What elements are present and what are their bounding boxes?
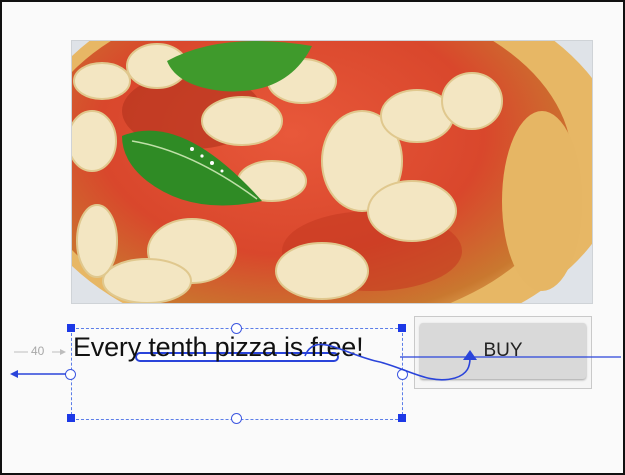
constraint-handle-right-icon[interactable] xyxy=(397,369,408,380)
pizza-photo xyxy=(72,41,592,303)
resize-handle-icon[interactable] xyxy=(398,324,406,332)
constraint-handle-left-icon[interactable] xyxy=(65,369,76,380)
buy-button[interactable]: BUY xyxy=(420,323,586,379)
resize-handle-icon[interactable] xyxy=(67,414,75,422)
pizza-imageview[interactable] xyxy=(71,40,593,304)
resize-handle-icon[interactable] xyxy=(398,414,406,422)
margin-value: 40 xyxy=(31,344,45,358)
constraint-handle-top-icon[interactable] xyxy=(231,323,242,334)
resize-handle-icon[interactable] xyxy=(67,324,75,332)
promo-textview[interactable]: Every tenth pizza is free! xyxy=(73,330,364,364)
constraint-handle-bottom-icon[interactable] xyxy=(231,413,242,424)
